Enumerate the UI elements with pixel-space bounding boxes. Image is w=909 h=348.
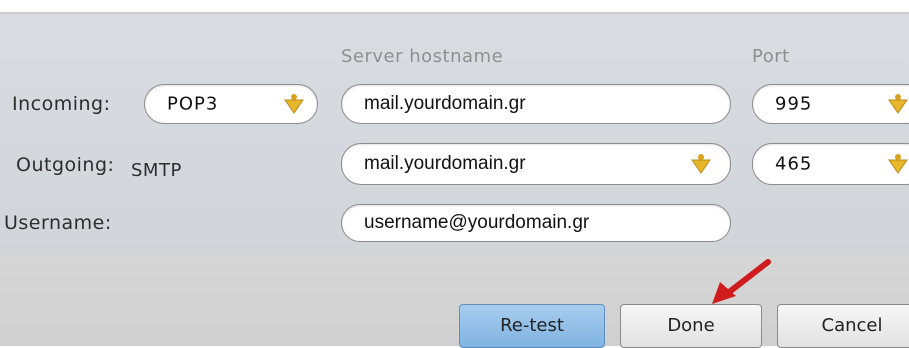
username-input[interactable]: username@yourdomain.gr	[341, 204, 731, 242]
port-header: Port	[752, 46, 790, 67]
dropdown-arrow-icon	[691, 154, 711, 174]
outgoing-label: Outgoing:	[16, 154, 115, 176]
dropdown-arrow-icon	[284, 94, 304, 114]
outgoing-protocol: SMTP	[131, 160, 182, 181]
incoming-port-select[interactable]: 995	[752, 84, 909, 124]
username-label: Username:	[4, 212, 112, 234]
incoming-label: Incoming:	[12, 93, 111, 115]
done-button[interactable]: Done	[620, 304, 762, 348]
outgoing-hostname-select[interactable]: mail.yourdomain.gr	[341, 143, 731, 185]
incoming-protocol-select[interactable]: POP3	[144, 84, 318, 124]
incoming-hostname-input[interactable]: mail.yourdomain.gr	[341, 84, 731, 124]
server-hostname-header: Server hostname	[341, 46, 504, 67]
dropdown-arrow-icon	[888, 154, 908, 174]
red-arrow-icon	[712, 259, 771, 304]
username-value: username@yourdomain.gr	[364, 212, 590, 233]
retest-button[interactable]: Re-test	[459, 304, 605, 348]
incoming-protocol-value: POP3	[167, 93, 219, 115]
outgoing-port-value: 465	[775, 153, 813, 175]
incoming-hostname-value: mail.yourdomain.gr	[364, 93, 526, 114]
dropdown-arrow-icon	[888, 94, 908, 114]
outgoing-port-select[interactable]: 465	[752, 143, 909, 185]
cancel-button[interactable]: Cancel	[777, 304, 909, 348]
top-strip	[0, 0, 909, 12]
outgoing-hostname-value: mail.yourdomain.gr	[364, 153, 526, 174]
incoming-port-value: 995	[775, 93, 813, 115]
